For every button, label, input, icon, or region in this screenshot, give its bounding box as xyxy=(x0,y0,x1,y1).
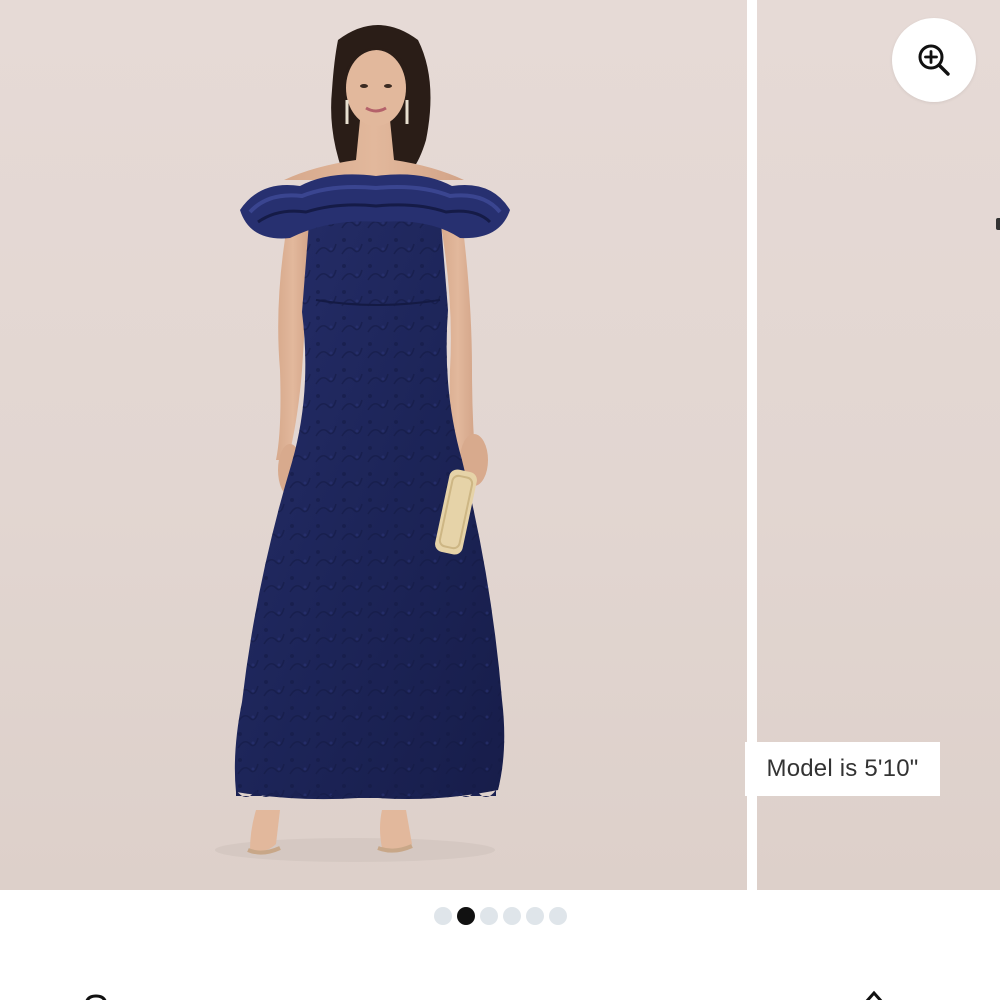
product-image-main[interactable] xyxy=(0,0,747,890)
pagination-dot-4[interactable] xyxy=(502,907,521,925)
product-image-carousel[interactable]: Model is 5'10" xyxy=(0,0,1000,890)
next-slide-figure-edge xyxy=(996,218,1000,230)
model-height-label: Model is 5'10" xyxy=(745,742,940,796)
chat-icon[interactable] xyxy=(84,994,108,1000)
zoom-button[interactable] xyxy=(892,18,976,102)
pagination-dot-1[interactable] xyxy=(433,907,452,925)
pagination-dot-6[interactable] xyxy=(548,907,567,925)
zoom-in-icon xyxy=(918,44,950,76)
pagination-dot-5[interactable] xyxy=(525,907,544,925)
model-photo xyxy=(215,25,510,862)
pagination-dot-3[interactable] xyxy=(479,907,498,925)
share-icon[interactable] xyxy=(862,990,886,1000)
product-page: Model is 5'10" xyxy=(0,0,1000,1000)
bottom-toolbar xyxy=(0,980,1000,1000)
pagination-dot-2-active[interactable] xyxy=(456,907,475,925)
carousel-pagination xyxy=(0,905,1000,927)
